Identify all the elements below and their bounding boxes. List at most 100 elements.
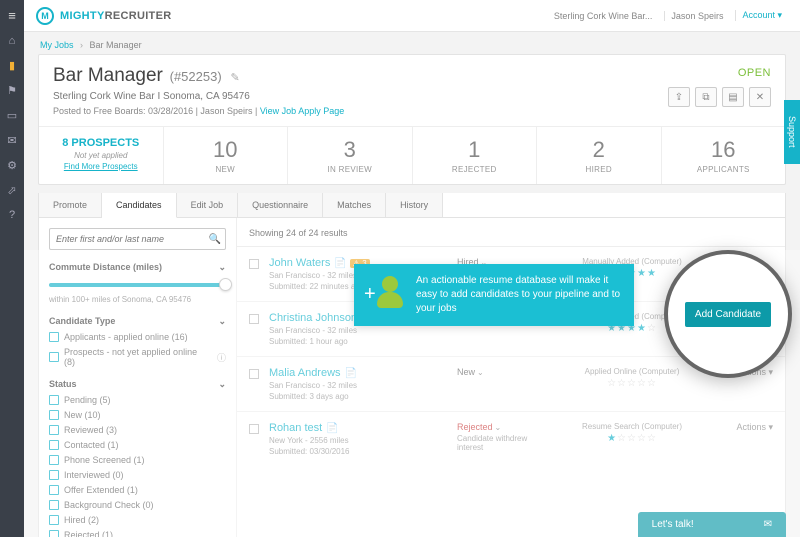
chart-icon[interactable]: ⬀	[7, 184, 16, 197]
home-icon[interactable]: ⌂	[9, 35, 16, 47]
candidate-source: Resume Search (Computer)★☆☆☆☆	[557, 422, 707, 456]
candidate-status[interactable]: Reviewed⌄	[457, 312, 547, 346]
search-input[interactable]	[50, 234, 205, 244]
document-icon[interactable]: ▭	[7, 109, 17, 122]
resume-icon[interactable]: 📄	[334, 258, 346, 269]
pipeline-in-review[interactable]: 3IN REVIEW	[287, 127, 412, 184]
filter-status-header[interactable]: Status⌄	[49, 379, 226, 390]
chevron-down-icon: ⌄	[218, 316, 226, 327]
candidate-actions[interactable]: Actions ▾	[717, 422, 773, 456]
job-subtitle: Sterling Cork Wine Bar I Sonoma, CA 9547…	[53, 91, 771, 102]
tab-candidates[interactable]: Candidates	[102, 193, 177, 218]
settings-icon[interactable]: ⚙	[7, 159, 17, 172]
filter-status-option[interactable]: Pending (5)	[49, 395, 226, 405]
briefcase-icon[interactable]: ▮	[9, 59, 15, 72]
candidate-status[interactable]: New⌄	[457, 367, 547, 401]
menu-icon[interactable]: ≡	[8, 8, 16, 23]
job-posted-line: Posted to Free Boards: 03/28/2016 | Jaso…	[53, 106, 771, 116]
search-icon[interactable]: 🔍	[205, 234, 225, 245]
row-checkbox[interactable]	[249, 314, 259, 324]
candidate-row: Rohan test📄New York - 2556 milesSubmitte…	[237, 411, 785, 466]
tab-edit-job[interactable]: Edit Job	[177, 193, 239, 217]
resume-icon[interactable]: 📄	[345, 368, 357, 379]
filter-status-option[interactable]: Rejected (1)	[49, 530, 226, 537]
slider-knob[interactable]	[219, 278, 232, 291]
filter-type-header[interactable]: Candidate Type⌄	[49, 316, 226, 327]
breadcrumb: My Jobs › Bar Manager	[24, 32, 800, 54]
results-count: Showing 24 of 24 results	[237, 228, 785, 246]
pipeline-prospects[interactable]: 8 PROSPECTS Not yet applied Find More Pr…	[39, 127, 163, 184]
commute-slider[interactable]	[49, 283, 226, 287]
row-checkbox[interactable]	[249, 424, 259, 434]
filter-status-option[interactable]: Interviewed (0)	[49, 470, 226, 480]
pipeline-rejected[interactable]: 1REJECTED	[412, 127, 537, 184]
find-more-prospects-link[interactable]: Find More Prospects	[64, 162, 138, 171]
rating-stars[interactable]: ★☆☆☆☆	[557, 433, 707, 444]
logo-text: MIGHTYRECRUITER	[60, 10, 171, 22]
filter-status-option[interactable]: Hired (2)	[49, 515, 226, 525]
candidate-status[interactable]: Rejected⌄Candidate withdrew interest	[457, 422, 547, 456]
tutorial-spotlight: Add Candidate	[664, 250, 792, 378]
logo-icon: M	[36, 7, 54, 25]
breadcrumb-current: Bar Manager	[90, 40, 142, 50]
commute-label: within 100+ miles of Sonoma, CA 95476	[49, 295, 226, 304]
candidate-status[interactable]: Hired⌄	[457, 257, 547, 291]
add-candidate-button[interactable]: Add Candidate	[685, 302, 771, 327]
chevron-down-icon: ⌄	[218, 262, 226, 273]
candidate-name[interactable]: Malia Andrews	[269, 367, 341, 379]
breadcrumb-root[interactable]: My Jobs	[40, 40, 74, 50]
candidate-name[interactable]: John Waters	[269, 257, 330, 269]
support-tab[interactable]: Support	[784, 100, 800, 164]
row-checkbox[interactable]	[249, 259, 259, 269]
pipeline: 8 PROSPECTS Not yet applied Find More Pr…	[39, 126, 785, 184]
filter-type-option[interactable]: Applicants - applied online (16)	[49, 332, 226, 342]
chevron-down-icon: ⌄	[218, 379, 226, 390]
info-icon[interactable]: ⓘ	[217, 351, 226, 364]
company-name[interactable]: Sterling Cork Wine Bar...	[548, 11, 659, 21]
topbar: M MIGHTYRECRUITER Sterling Cork Wine Bar…	[24, 0, 800, 32]
people-icon[interactable]: ⚑	[7, 84, 17, 97]
account-menu[interactable]: Account ▾	[735, 10, 788, 21]
pipeline-applicants[interactable]: 16APPLICANTS	[661, 127, 786, 184]
candidate-name[interactable]: Christina Johnson	[269, 312, 357, 324]
filters-panel: 🔍 Commute Distance (miles)⌄ within 100+ …	[39, 218, 237, 537]
pipeline-hired[interactable]: 2HIRED	[536, 127, 661, 184]
resume-icon[interactable]: 📄	[326, 423, 338, 434]
candidate-source: Applied Online (Computer)☆☆☆☆☆	[557, 367, 707, 401]
tabs: Promote Candidates Edit Job Questionnair…	[38, 193, 786, 218]
share-button[interactable]: ⇪	[668, 87, 690, 107]
help-icon[interactable]: ?	[9, 209, 15, 221]
archive-button[interactable]: ▤	[722, 87, 744, 107]
job-title: Bar Manager	[53, 65, 163, 87]
chat-widget[interactable]: Let's talk!✉	[638, 512, 786, 537]
pipeline-new[interactable]: 10NEW	[163, 127, 288, 184]
filter-status-option[interactable]: Phone Screened (1)	[49, 455, 226, 465]
candidate-name[interactable]: Rohan test	[269, 422, 322, 434]
chat-icon: ✉	[764, 519, 772, 530]
filter-status-option[interactable]: Offer Extended (1)	[49, 485, 226, 495]
filter-status-option[interactable]: Contacted (1)	[49, 440, 226, 450]
filter-type-option[interactable]: Prospects - not yet applied online (8)ⓘ	[49, 347, 226, 367]
tab-history[interactable]: History	[386, 193, 443, 217]
job-id: (#52253)	[170, 69, 222, 84]
edit-icon[interactable]: ✎	[230, 72, 239, 84]
copy-button[interactable]: ⧉	[695, 87, 717, 107]
filter-status-option[interactable]: New (10)	[49, 410, 226, 420]
resume-icon[interactable]: 📄	[361, 313, 373, 324]
view-job-apply-link[interactable]: View Job Apply Page	[260, 106, 344, 116]
job-header: Bar Manager (#52253) ✎ OPEN Sterling Cor…	[39, 55, 785, 126]
close-button[interactable]: ✕	[749, 87, 771, 107]
user-name[interactable]: Jason Speirs	[664, 11, 729, 21]
search-box[interactable]: 🔍	[49, 228, 226, 250]
tab-promote[interactable]: Promote	[39, 193, 102, 217]
tab-questionnaire[interactable]: Questionnaire	[238, 193, 323, 217]
tab-matches[interactable]: Matches	[323, 193, 386, 217]
filter-status-option[interactable]: Background Check (0)	[49, 500, 226, 510]
row-checkbox[interactable]	[249, 369, 259, 379]
job-status: OPEN	[738, 67, 771, 79]
left-nav: ≡ ⌂ ▮ ⚑ ▭ ✉ ⚙ ⬀ ?	[0, 0, 24, 537]
filter-commute-header[interactable]: Commute Distance (miles)⌄	[49, 262, 226, 273]
chat-icon[interactable]: ✉	[7, 134, 16, 147]
filter-status-option[interactable]: Reviewed (3)	[49, 425, 226, 435]
rating-stars[interactable]: ☆☆☆☆☆	[557, 378, 707, 389]
